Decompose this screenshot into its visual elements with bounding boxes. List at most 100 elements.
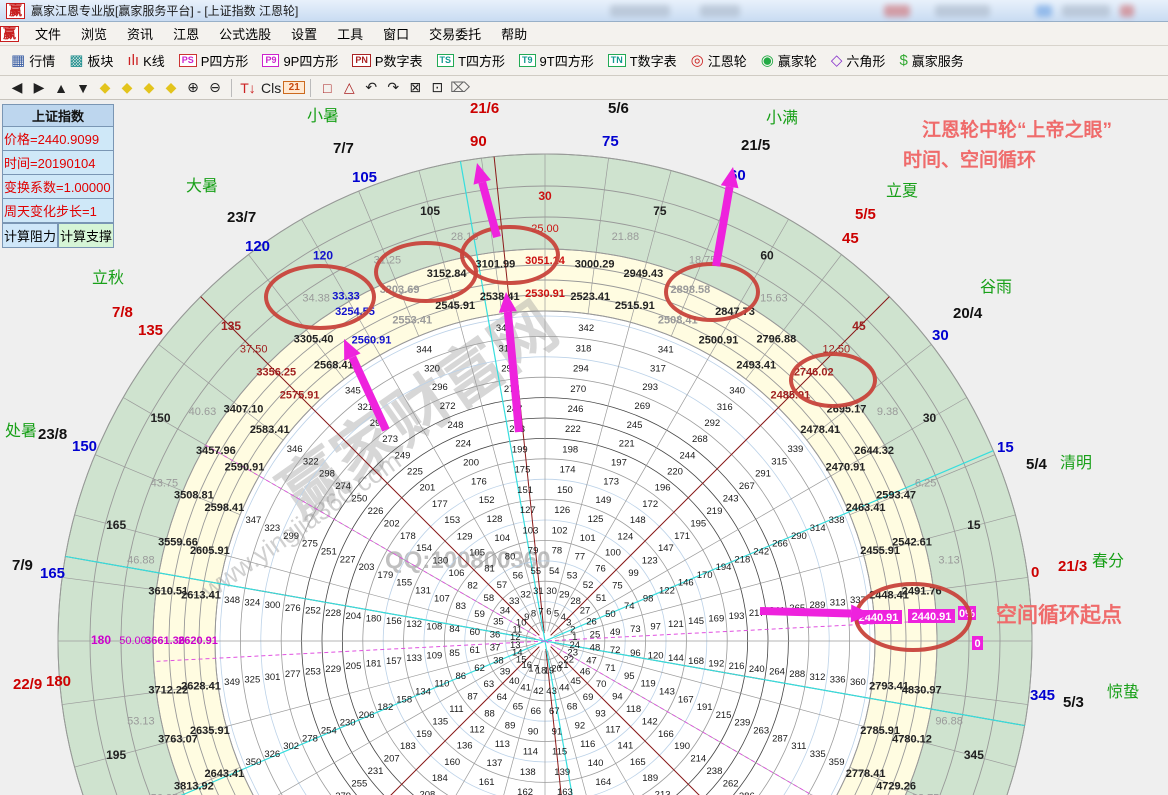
title-bar: 赢 赢家江恩专业版[赢家服务平台] - [上证指数 江恩轮] [0, 0, 1168, 22]
wheel-label: 44 [559, 683, 570, 694]
nav-left-icon[interactable]: ◀ [6, 78, 28, 97]
wheel-label: 3813.92 [174, 780, 214, 792]
wheel-label: 342 [578, 323, 594, 334]
wheel-label: 54 [549, 566, 560, 577]
wheel-label: 2635.91 [190, 725, 230, 737]
nav-up-icon[interactable]: ▲ [50, 79, 72, 97]
menu-item-江恩[interactable]: 江恩 [163, 21, 209, 46]
toolbar-button-赢家服务[interactable]: $赢家服务 [892, 49, 970, 72]
toolbar-button-P四方形[interactable]: PSP四方形 [172, 49, 256, 72]
rotate-ccw-icon[interactable]: ↶ [360, 78, 382, 97]
calendar-label: 15 [997, 439, 1014, 456]
rotate-cw-icon[interactable]: ↷ [382, 78, 404, 97]
wheel-label: 118 [626, 704, 641, 715]
expand-icon[interactable]: ⊠ [404, 78, 426, 97]
cls-button[interactable]: Cls [259, 79, 283, 97]
toolbar-button-T四方形[interactable]: TST四方形 [430, 49, 512, 72]
toolbar-label: P数字表 [375, 51, 423, 70]
wheel-label: 15 [967, 518, 981, 532]
nav-right-icon[interactable]: ▶ [28, 78, 50, 97]
wheel-label: 340 [729, 386, 745, 397]
wheel-label: 71 [605, 663, 616, 674]
diamond-right-icon[interactable]: ◆ [116, 78, 138, 97]
menu-item-公式选股[interactable]: 公式选股 [209, 21, 281, 46]
calendar-label: 180 [46, 673, 71, 690]
toolbar-button-K线[interactable]: ılıK线 [120, 49, 171, 72]
winner-wheel-icon: ◉ [761, 53, 774, 69]
menu-item-工具[interactable]: 工具 [327, 21, 373, 46]
erase-icon[interactable]: ⌦ [448, 78, 472, 97]
calc-resistance-button[interactable]: 计算阻力 [2, 223, 58, 248]
wheel-label: 94 [612, 692, 623, 703]
wheel-label: 190 [674, 741, 690, 752]
wheel-label: 290 [791, 531, 807, 542]
diamond-left-icon[interactable]: ◆ [94, 78, 116, 97]
wheel-label: 8 [531, 608, 536, 619]
wheel-label: 152 [479, 495, 495, 506]
wheel-label: 87 [467, 692, 478, 703]
time-axis-icon[interactable]: T↓ [237, 79, 259, 97]
toolbar-button-9T四方形[interactable]: T99T四方形 [512, 49, 601, 72]
wheel-label: 56 [513, 571, 524, 582]
toolbar-button-赢家轮[interactable]: ◉赢家轮 [754, 49, 824, 72]
shrink-icon[interactable]: ⊡ [426, 78, 448, 97]
toolbar-button-9P四方形[interactable]: P9 9P四方形 [255, 49, 345, 72]
menu-item-文件[interactable]: 文件 [25, 21, 71, 46]
wheel-label: 191 [697, 702, 713, 713]
parameter-row: 变换系数=1.00000 [2, 175, 114, 199]
wheel-label: 15.63 [760, 292, 788, 304]
calendar-icon[interactable]: 21 [283, 81, 305, 94]
9p-square-icon: P9 [262, 54, 279, 67]
menu-item-窗口[interactable]: 窗口 [373, 21, 419, 46]
menu-item-浏览[interactable]: 浏览 [71, 21, 117, 46]
toolbar-label: 9P四方形 [283, 51, 338, 70]
wheel-label: 263 [753, 726, 769, 737]
toolbar-button-P数字表[interactable]: PNP数字表 [345, 49, 429, 72]
toolbar-button-T数字表[interactable]: TNT数字表 [601, 49, 684, 72]
toolbar-label: T四方形 [458, 51, 505, 70]
wheel-label: 202 [384, 518, 400, 529]
wheel-label: 78 [552, 546, 563, 557]
square-tool-icon[interactable]: □ [316, 79, 338, 97]
wheel-label: 167 [678, 694, 694, 705]
wheel-label: 293 [642, 382, 658, 393]
diamond-up-icon[interactable]: ◆ [138, 78, 160, 97]
wheel-label: 47 [586, 655, 597, 666]
wheel-label: 96 [630, 648, 641, 659]
toolbar-separator [310, 79, 311, 97]
toolbar-button-江恩轮[interactable]: ◎江恩轮 [684, 49, 754, 72]
calendar-label: 5/6 [608, 100, 629, 117]
wheel-label: 2746.02 [794, 366, 834, 378]
triangle-tool-icon[interactable]: △ [338, 78, 360, 97]
wheel-label: 38 [493, 655, 504, 666]
wheel-label: 323 [264, 523, 280, 534]
wheel-label: 63 [484, 679, 495, 690]
wheel-label: 2796.88 [756, 334, 796, 346]
gann-wheel-chart[interactable]: 赢家财富网www.yingjia360.comQQ:10080036012345… [0, 100, 1168, 795]
menu-item-设置[interactable]: 设置 [281, 21, 327, 46]
wheel-label: 145 [688, 616, 704, 627]
wheel-label: 2613.41 [181, 590, 221, 602]
wheel-label: 312 [810, 672, 826, 683]
wheel-label: 169 [708, 613, 724, 624]
zoom-in-icon[interactable]: ⊕ [182, 78, 204, 97]
toolbar-button-板块[interactable]: ▩板块 [62, 49, 120, 72]
toolbar-button-行情[interactable]: ▦行情 [4, 49, 62, 72]
diamond-down-icon[interactable]: ◆ [160, 78, 182, 97]
zoom-out-icon[interactable]: ⊖ [204, 78, 226, 97]
wheel-label: 238 [707, 766, 723, 777]
wheel-label: 339 [787, 444, 803, 455]
menu-item-交易委托[interactable]: 交易委托 [419, 21, 491, 46]
wheel-label: 69 [583, 692, 594, 703]
wheel-label: 173 [603, 476, 619, 487]
menu-item-帮助[interactable]: 帮助 [491, 21, 537, 46]
calc-support-button[interactable]: 计算支撑 [58, 223, 114, 248]
wheel-label: 2598.41 [205, 502, 245, 514]
wheel-label: 30 [538, 189, 552, 203]
toolbar-label: 六角形 [846, 51, 885, 70]
nav-down-icon[interactable]: ▼ [72, 79, 94, 97]
menu-item-资讯[interactable]: 资讯 [117, 21, 163, 46]
toolbar-button-六角形[interactable]: ◇六角形 [824, 49, 893, 72]
calendar-label: 5/5 [855, 206, 876, 223]
wheel-label: 60 [760, 248, 774, 262]
